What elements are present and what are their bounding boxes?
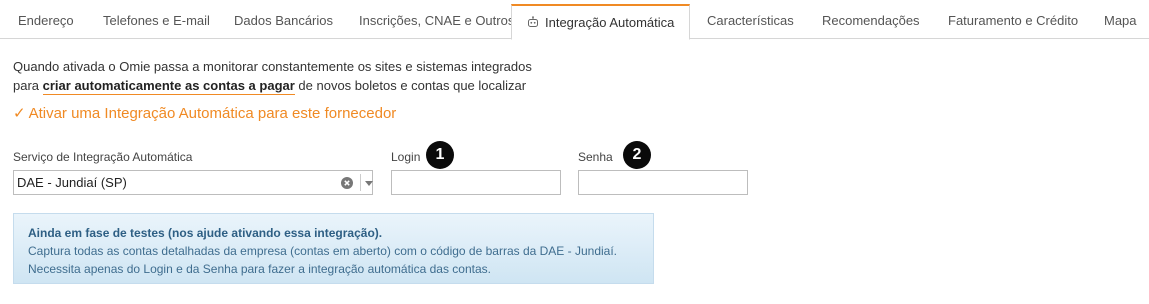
tab-label: Características [707, 13, 794, 28]
tab-faturamento-credito[interactable]: Faturamento e Crédito [948, 4, 1078, 39]
intro-line-2-pre: para [13, 78, 43, 93]
tab-bar: Endereço Telefones e E-mail Dados Bancár… [0, 0, 1149, 40]
intro-line-2-post: de novos boletos e contas que localizar [294, 78, 527, 93]
info-title: Ainda em fase de testes (nos ajude ativa… [28, 226, 383, 240]
tab-dados-bancarios[interactable]: Dados Bancários [234, 4, 333, 39]
info-box: Ainda em fase de testes (nos ajude ativa… [13, 213, 654, 284]
tab-label: Integração Automática [545, 15, 675, 30]
info-line-2: Necessita apenas do Login e da Senha par… [28, 262, 491, 276]
check-icon: ✓ [13, 105, 26, 122]
login-label: Login [391, 150, 421, 164]
login-input[interactable] [391, 170, 561, 195]
tab-label: Dados Bancários [234, 13, 333, 28]
tab-recomendacoes[interactable]: Recomendações [822, 4, 920, 39]
intro-line-2-bold: criar automaticamente as contas a pagar [42, 78, 295, 95]
tab-label: Faturamento e Crédito [948, 13, 1079, 28]
robot-icon [528, 16, 538, 27]
intro-text: Quando ativada o Omie passa a monitorar … [13, 57, 532, 95]
tab-integracao-automatica[interactable]: Integração Automática [511, 4, 690, 40]
select-separator [360, 174, 361, 191]
tab-label: Inscrições, CNAE e Outros [359, 13, 515, 28]
activate-label: Ativar uma Integração Automática para es… [28, 105, 397, 122]
password-label: Senha [578, 150, 613, 164]
service-select[interactable]: DAE - Jundiaí (SP) [13, 170, 373, 195]
intro-line-2: para criar automaticamente as contas a p… [13, 76, 532, 95]
tab-mapa[interactable]: Mapa [1104, 4, 1137, 39]
info-line-1: Captura todas as contas detalhadas da em… [28, 244, 617, 258]
tab-label: Recomendações [822, 13, 920, 28]
clear-icon[interactable] [341, 177, 353, 189]
activate-integration-link[interactable]: ✓ Ativar uma Integração Automática para e… [13, 104, 396, 122]
tab-endereco[interactable]: Endereço [18, 4, 74, 39]
tab-label: Telefones e E-mail [103, 13, 210, 28]
tab-caracteristicas[interactable]: Características [707, 4, 794, 39]
chevron-down-icon[interactable] [365, 181, 373, 186]
intro-line-1: Quando ativada o Omie passa a monitorar … [13, 59, 532, 74]
step-badge-1: 1 [426, 141, 454, 169]
tab-label: Mapa [1104, 13, 1137, 28]
password-input[interactable] [578, 170, 748, 195]
service-label: Serviço de Integração Automática [13, 150, 193, 164]
tab-inscricoes[interactable]: Inscrições, CNAE e Outros [359, 4, 514, 39]
tab-label: Endereço [18, 13, 74, 28]
step-badge-2: 2 [623, 141, 651, 169]
tab-telefones-email[interactable]: Telefones e E-mail [103, 4, 210, 39]
service-select-value: DAE - Jundiaí (SP) [17, 175, 127, 190]
